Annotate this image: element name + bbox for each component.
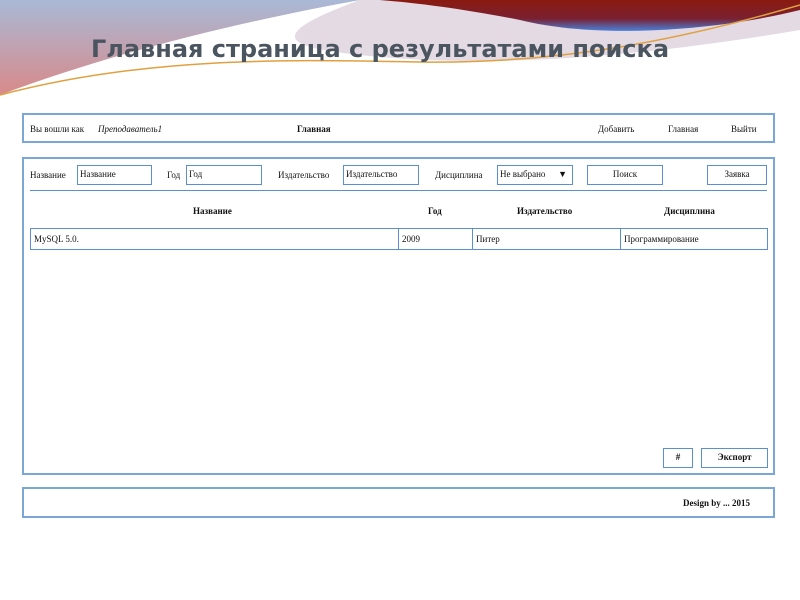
search-button[interactable]: Поиск (587, 165, 663, 185)
cell-publisher: Питер (472, 228, 621, 250)
user-link[interactable]: Преподаватель1 (98, 124, 162, 134)
title-label: Название (30, 170, 66, 180)
page-name: Главная (297, 124, 331, 134)
nav-logout[interactable]: Выйти (731, 124, 757, 134)
hash-button[interactable]: # (663, 448, 693, 468)
footer-text: Design by ... 2015 (683, 498, 751, 508)
publisher-input[interactable]: Издательство (343, 165, 419, 185)
cell-year: 2009 (398, 228, 473, 250)
discipline-select[interactable]: Не выбрано ▼ (497, 165, 573, 185)
main-panel (22, 157, 775, 475)
cell-title: MySQL 5.0. (30, 228, 399, 250)
nav-home[interactable]: Главная (668, 124, 698, 134)
slide-title: Главная страница с результатами поиска (90, 35, 670, 63)
request-button[interactable]: Заявка (707, 165, 767, 185)
column-header-title: Название (193, 206, 232, 216)
cell-discipline: Программирование (620, 228, 768, 250)
dropdown-arrow-icon: ▼ (558, 169, 567, 179)
discipline-label: Дисциплина (435, 170, 483, 180)
logged-in-label: Вы вошли как (30, 124, 85, 134)
divider (30, 190, 767, 191)
year-label: Год (167, 170, 181, 180)
column-header-discipline: Дисциплина (664, 206, 715, 216)
footer-bar (22, 487, 775, 518)
year-input[interactable]: Год (186, 165, 262, 185)
discipline-value: Не выбрано (500, 169, 546, 179)
nav-add[interactable]: Добавить (598, 124, 634, 134)
column-header-publisher: Издательство (517, 206, 573, 216)
column-header-year: Год (428, 206, 442, 216)
export-button[interactable]: Экспорт (701, 448, 768, 468)
title-input[interactable]: Название (77, 165, 152, 185)
publisher-label: Издательство (278, 170, 330, 180)
